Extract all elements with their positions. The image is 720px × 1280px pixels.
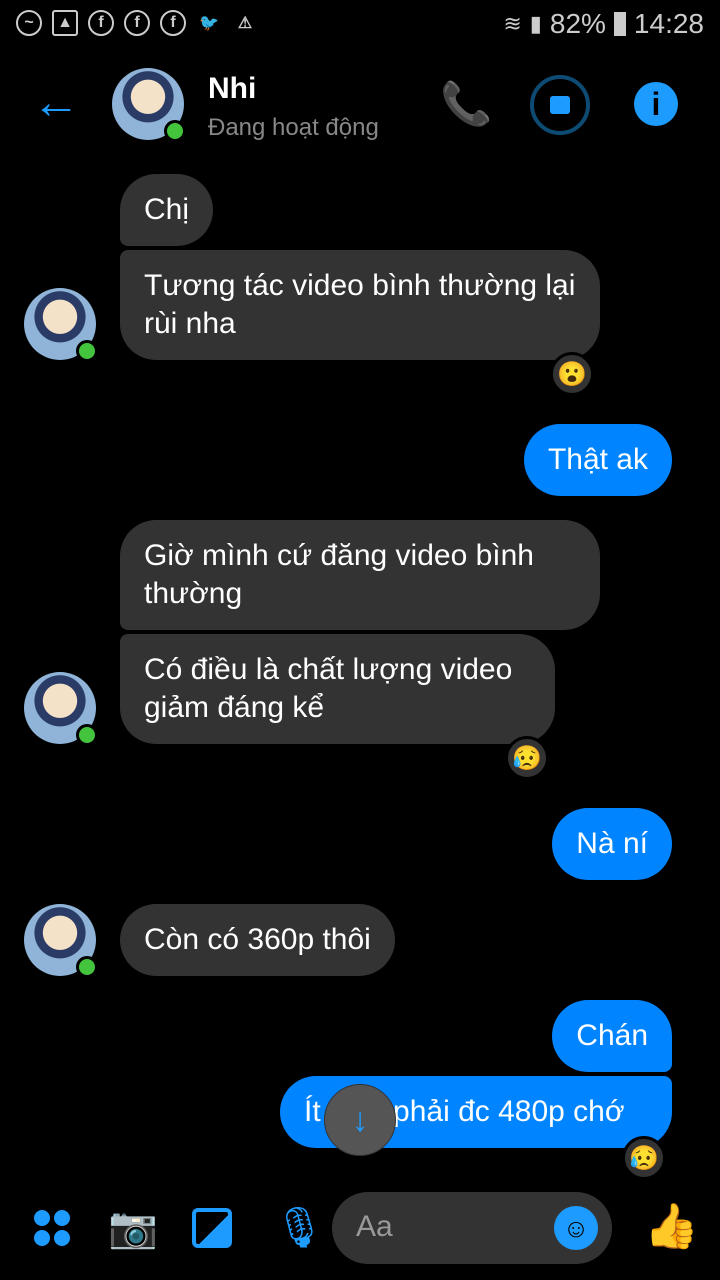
facebook-icon: f xyxy=(160,10,186,36)
message-text-start: Ít xyxy=(304,1095,321,1128)
notification-icons: ~ ▲ f f f 🐦 ⚠ xyxy=(16,10,258,36)
contact-avatar-small xyxy=(24,672,98,746)
message-input[interactable]: Aa ☺ xyxy=(332,1192,612,1264)
gallery-button[interactable] xyxy=(192,1208,232,1248)
more-actions-button[interactable] xyxy=(34,1210,70,1246)
status-bar: ~ ▲ f f f 🐦 ⚠ ≋ ▮ 82% 14:28 xyxy=(0,0,720,50)
back-button[interactable]: ← xyxy=(32,78,80,128)
microphone-button[interactable]: 🎙 xyxy=(274,1204,325,1251)
message-bubble[interactable]: Thật ak xyxy=(523,424,672,496)
scroll-to-bottom-button[interactable]: ↓ xyxy=(324,1084,396,1156)
contact-name[interactable]: Nhi xyxy=(208,72,256,106)
video-call-button[interactable] xyxy=(530,75,590,135)
reaction-badge[interactable]: 😥 xyxy=(622,1136,666,1180)
info-button[interactable]: i xyxy=(634,82,678,126)
message-bubble[interactable]: Còn có 360p thôi xyxy=(120,904,395,976)
battery-percent: 82% xyxy=(549,8,606,39)
emoji-button[interactable]: ☺ xyxy=(554,1206,598,1250)
contact-avatar-small xyxy=(24,904,98,978)
facebook-icon: f xyxy=(124,10,150,36)
message-bubble[interactable]: Tương tác video bình thường lại rùi nha xyxy=(120,250,600,360)
twitter-icon: 🐦 xyxy=(199,15,219,32)
gallery-icon: ▲ xyxy=(52,10,78,36)
voice-call-button[interactable]: 📞 xyxy=(440,80,492,129)
online-indicator xyxy=(164,120,186,142)
reaction-badge[interactable]: 😥 xyxy=(505,736,549,780)
message-bubble[interactable]: Giờ mình cứ đăng video bình thường xyxy=(120,520,600,630)
facebook-icon: f xyxy=(88,10,114,36)
message-bubble[interactable]: Chán xyxy=(552,1000,672,1072)
signal-icon: ▮ xyxy=(529,11,542,36)
contact-avatar[interactable] xyxy=(112,68,186,142)
warning-icon: ⚠ xyxy=(237,15,253,32)
clock: 14:28 xyxy=(633,8,704,39)
message-text-end: phải đc 480p chớ xyxy=(393,1095,625,1128)
like-button[interactable]: 👍 xyxy=(644,1200,699,1252)
message-input-placeholder: Aa xyxy=(356,1210,393,1243)
message-bubble[interactable]: Nà ní xyxy=(552,808,672,880)
contact-status: Đang hoạt động xyxy=(208,114,379,141)
camera-button[interactable]: 📷 xyxy=(108,1204,158,1251)
message-bubble[interactable]: Có điều là chất lượng video giảm đáng kể xyxy=(120,634,555,744)
battery-icon xyxy=(613,12,626,36)
video-camera-icon xyxy=(550,96,570,114)
contact-avatar-small xyxy=(24,288,98,362)
message-bubble[interactable]: Chị xyxy=(120,174,214,246)
wifi-icon: ≋ xyxy=(503,11,522,36)
reaction-badge[interactable]: 😮 xyxy=(550,352,594,396)
messenger-icon: ~ xyxy=(16,10,42,36)
